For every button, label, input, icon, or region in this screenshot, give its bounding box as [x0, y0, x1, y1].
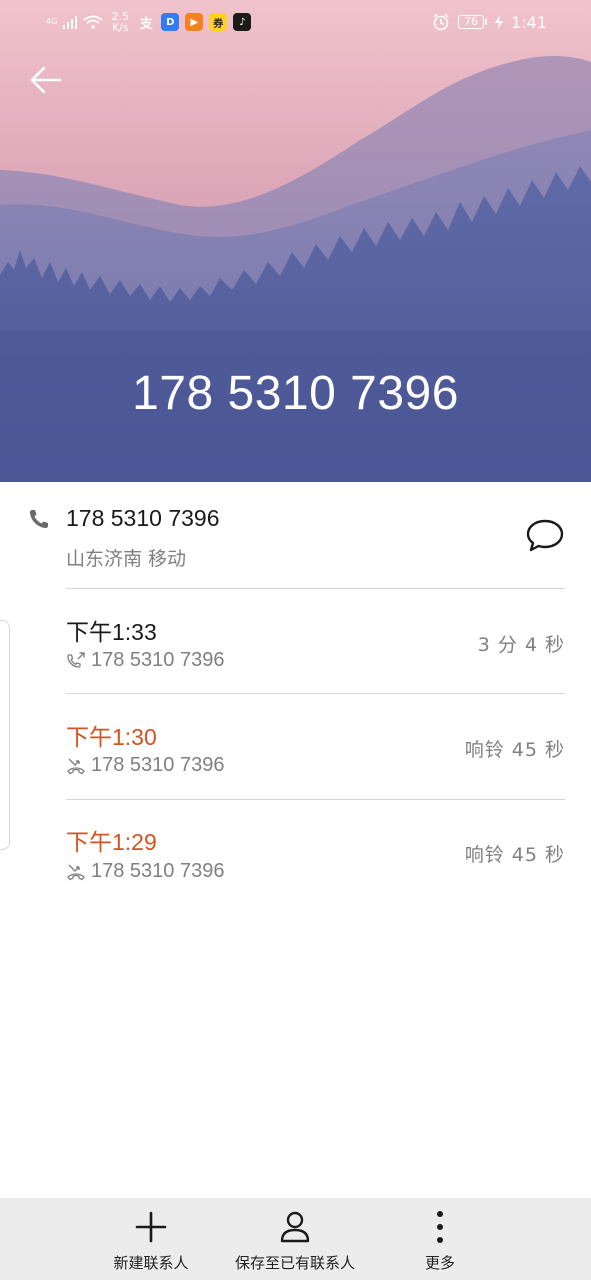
- call-number-row: 178 5310 7396: [66, 754, 224, 777]
- missed-call-icon: [67, 864, 85, 880]
- call-log-item[interactable]: 下午1:30 178 5310 7396 响铃 45 秒: [0, 694, 591, 799]
- call-time: 下午1:29: [66, 829, 157, 855]
- signal-icon: [63, 16, 78, 29]
- call-duration: 响铃 45 秒: [464, 844, 565, 866]
- status-time: 1:41: [511, 12, 547, 32]
- call-log-item[interactable]: 下午1:33 178 5310 7396 3 分 4 秒: [0, 589, 591, 694]
- speed-unit: K/s: [111, 21, 129, 34]
- new-contact-label: 新建联系人: [113, 1254, 189, 1272]
- send-message-button[interactable]: [524, 517, 566, 555]
- back-button[interactable]: [24, 58, 68, 102]
- battery-indicator: 76: [458, 15, 488, 29]
- video-app-icon: ▶: [185, 13, 204, 31]
- call-duration: 响铃 45 秒: [464, 739, 565, 761]
- shop-app-icon: 券: [209, 13, 228, 31]
- call-number: 178 5310 7396: [91, 649, 225, 671]
- save-to-existing-contact-button[interactable]: 保存至已有联系人: [220, 1198, 370, 1280]
- more-vertical-icon: [437, 1211, 443, 1243]
- status-bar: 4G 2.5 K/s 支 D ▶ 券 ♪ 76 1:41: [0, 0, 591, 44]
- call-number: 178 5310 7396: [91, 860, 225, 882]
- missed-call-icon: [67, 758, 85, 774]
- contact-phone-number[interactable]: 178 5310 7396: [66, 505, 220, 532]
- tiktok-icon: ♪: [233, 13, 252, 31]
- arrow-left-icon: [30, 66, 62, 94]
- hero-banner: 4G 2.5 K/s 支 D ▶ 券 ♪ 76 1:41 178 5310 73…: [0, 0, 591, 482]
- call-number-row: 178 5310 7396: [66, 860, 224, 883]
- bottom-action-bar: 新建联系人 保存至已有联系人 更多: [0, 1198, 591, 1280]
- more-label: 更多: [424, 1254, 455, 1272]
- more-button[interactable]: 更多: [400, 1198, 480, 1280]
- new-contact-button[interactable]: 新建联系人: [96, 1198, 206, 1280]
- plus-icon: [135, 1211, 167, 1243]
- wifi-icon: [83, 15, 103, 29]
- call-time: 下午1:33: [66, 619, 157, 645]
- network-type: 4G: [46, 17, 58, 26]
- person-icon: [280, 1211, 310, 1243]
- call-number: 178 5310 7396: [91, 754, 225, 776]
- hero-phone-number: 178 5310 7396: [132, 367, 459, 420]
- message-bubble-icon: [526, 519, 564, 552]
- outgoing-call-icon: [67, 651, 85, 668]
- charging-icon: [495, 15, 504, 29]
- call-log-item[interactable]: 下午1:29 178 5310 7396 响铃 45 秒: [0, 800, 591, 905]
- dingtalk-icon: D: [161, 13, 180, 31]
- call-time: 下午1:30: [66, 724, 157, 750]
- alarm-icon: [433, 13, 449, 31]
- call-duration: 3 分 4 秒: [477, 634, 565, 656]
- alipay-icon: 支: [139, 16, 153, 32]
- battery-level: 76: [458, 15, 485, 29]
- contact-info-row[interactable]: [0, 482, 591, 588]
- save-to-existing-label: 保存至已有联系人: [234, 1254, 355, 1272]
- call-number-row: 178 5310 7396: [66, 649, 224, 672]
- contact-location: 山东济南 移动: [66, 548, 187, 570]
- phone-icon: [30, 510, 48, 528]
- network-speed: 2.5 K/s: [109, 11, 131, 33]
